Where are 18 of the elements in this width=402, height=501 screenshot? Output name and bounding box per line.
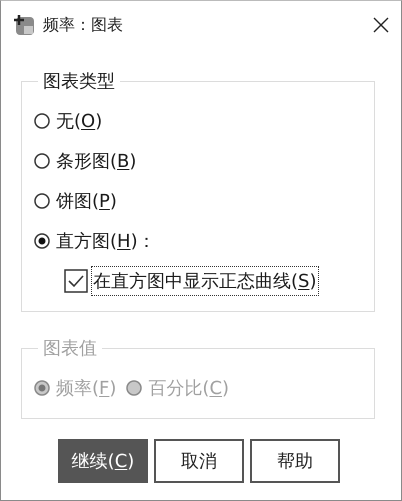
checkbox-label[interactable]: 在直方图中显示正态曲线(S) (92, 267, 318, 295)
radio-label[interactable]: 条形图(B) (56, 149, 136, 173)
calculator-icon (13, 14, 35, 36)
radio-label[interactable]: 直方图(H)： (56, 229, 156, 253)
radio-label[interactable]: 饼图(P) (56, 189, 117, 213)
group-title: 图表类型 (42, 70, 116, 93)
radio-button[interactable] (34, 233, 50, 249)
close-icon[interactable] (373, 17, 389, 33)
window-title: 频率：图表 (43, 14, 124, 36)
radio-button[interactable] (34, 193, 50, 209)
group-title: 图表值 (42, 337, 98, 360)
dialog-button[interactable]: 取消 (154, 439, 244, 483)
radio-label[interactable]: 无(O) (56, 109, 102, 133)
checkbox[interactable] (64, 269, 88, 293)
radio-button[interactable] (34, 153, 50, 169)
dialog-button[interactable]: 继续(C) (58, 439, 148, 483)
dialog-button[interactable]: 帮助 (250, 439, 340, 483)
radio-button[interactable] (34, 113, 50, 129)
